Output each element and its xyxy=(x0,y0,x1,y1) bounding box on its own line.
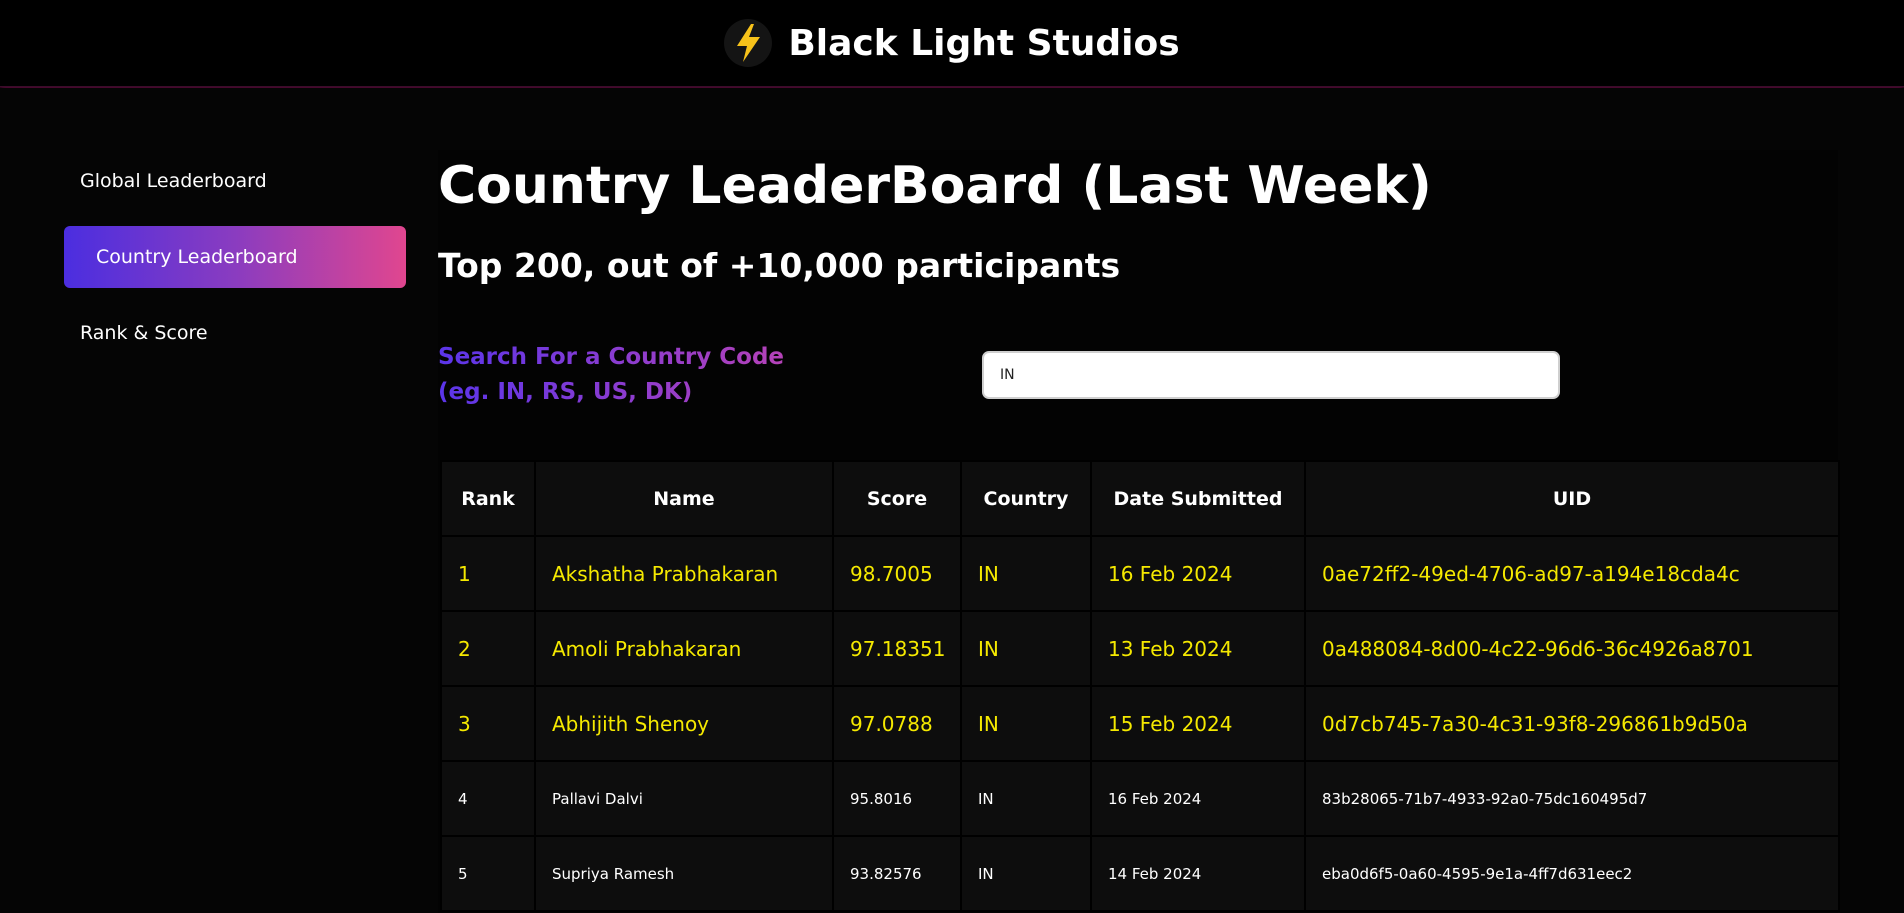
cell-name: Supriya Ramesh xyxy=(534,835,834,912)
table-row: 2 Amoli Prabhakaran 97.18351 IN 13 Feb 2… xyxy=(440,610,1840,687)
cell-country: IN xyxy=(960,685,1092,762)
column-header-country[interactable]: Country xyxy=(960,460,1092,537)
column-header-uid[interactable]: UID xyxy=(1304,460,1840,537)
table-row: 1 Akshatha Prabhakaran 98.7005 IN 16 Feb… xyxy=(440,535,1840,612)
cell-country: IN xyxy=(960,610,1092,687)
cell-name: Pallavi Dalvi xyxy=(534,760,834,837)
sidebar: Global Leaderboard Country Leaderboard R… xyxy=(64,150,406,378)
column-header-date-submitted[interactable]: Date Submitted xyxy=(1090,460,1306,537)
sidebar-item-label: Rank & Score xyxy=(80,322,208,344)
cell-rank: 2 xyxy=(440,610,536,687)
page-title: Country LeaderBoard (Last Week) xyxy=(438,156,1432,216)
cell-score: 95.8016 xyxy=(832,760,962,837)
cell-rank: 5 xyxy=(440,835,536,912)
cell-score: 98.7005 xyxy=(832,535,962,612)
cell-name: Akshatha Prabhakaran xyxy=(534,535,834,612)
table-row: 4 Pallavi Dalvi 95.8016 IN 16 Feb 2024 8… xyxy=(440,760,1840,837)
column-header-score[interactable]: Score xyxy=(832,460,962,537)
leaderboard-table: Rank Name Score Country Date Submitted U… xyxy=(440,460,1840,912)
cell-date: 16 Feb 2024 xyxy=(1090,535,1306,612)
lightning-bolt-icon xyxy=(724,19,773,67)
cell-uid: 0ae72ff2-49ed-4706-ad97-a194e18cda4c xyxy=(1304,535,1840,612)
cell-uid: 83b28065-71b7-4933-92a0-75dc160495d7 xyxy=(1304,760,1840,837)
cell-country: IN xyxy=(960,760,1092,837)
cell-name: Amoli Prabhakaran xyxy=(534,610,834,687)
cell-date: 14 Feb 2024 xyxy=(1090,835,1306,912)
cell-score: 97.0788 xyxy=(832,685,962,762)
brand[interactable]: Black Light Studios xyxy=(724,19,1180,67)
country-code-search-input[interactable] xyxy=(982,351,1560,399)
search-label: Search For a Country Code (eg. IN, RS, U… xyxy=(438,340,784,410)
cell-country: IN xyxy=(960,535,1092,612)
column-header-rank[interactable]: Rank xyxy=(440,460,536,537)
sidebar-item-rank-score[interactable]: Rank & Score xyxy=(64,302,406,364)
cell-score: 97.18351 xyxy=(832,610,962,687)
search-label-line-2: (eg. IN, RS, US, DK) xyxy=(438,379,693,405)
sidebar-item-global-leaderboard[interactable]: Global Leaderboard xyxy=(64,150,406,212)
cell-name: Abhijith Shenoy xyxy=(534,685,834,762)
cell-rank: 3 xyxy=(440,685,536,762)
cell-date: 13 Feb 2024 xyxy=(1090,610,1306,687)
cell-uid: 0a488084-8d00-4c22-96d6-36c4926a8701 xyxy=(1304,610,1840,687)
table-row: 5 Supriya Ramesh 93.82576 IN 14 Feb 2024… xyxy=(440,835,1840,912)
cell-rank: 4 xyxy=(440,760,536,837)
cell-uid: eba0d6f5-0a60-4595-9e1a-4ff7d631eec2 xyxy=(1304,835,1840,912)
app-title: Black Light Studios xyxy=(788,22,1180,64)
cell-uid: 0d7cb745-7a30-4c31-93f8-296861b9d50a xyxy=(1304,685,1840,762)
cell-date: 15 Feb 2024 xyxy=(1090,685,1306,762)
table-row: 3 Abhijith Shenoy 97.0788 IN 15 Feb 2024… xyxy=(440,685,1840,762)
top-header: Black Light Studios xyxy=(0,0,1904,87)
sidebar-item-country-leaderboard[interactable]: Country Leaderboard xyxy=(64,226,406,288)
cell-country: IN xyxy=(960,835,1092,912)
table-header-row: Rank Name Score Country Date Submitted U… xyxy=(440,460,1840,537)
search-label-line-1: Search For a Country Code xyxy=(438,344,785,370)
cell-date: 16 Feb 2024 xyxy=(1090,760,1306,837)
column-header-name[interactable]: Name xyxy=(534,460,834,537)
cell-rank: 1 xyxy=(440,535,536,612)
main-panel: Country LeaderBoard (Last Week) Top 200,… xyxy=(438,150,1840,913)
page-subtitle: Top 200, out of +10,000 participants xyxy=(438,246,1121,285)
sidebar-item-label: Global Leaderboard xyxy=(80,170,267,192)
sidebar-item-label: Country Leaderboard xyxy=(96,246,298,268)
cell-score: 93.82576 xyxy=(832,835,962,912)
